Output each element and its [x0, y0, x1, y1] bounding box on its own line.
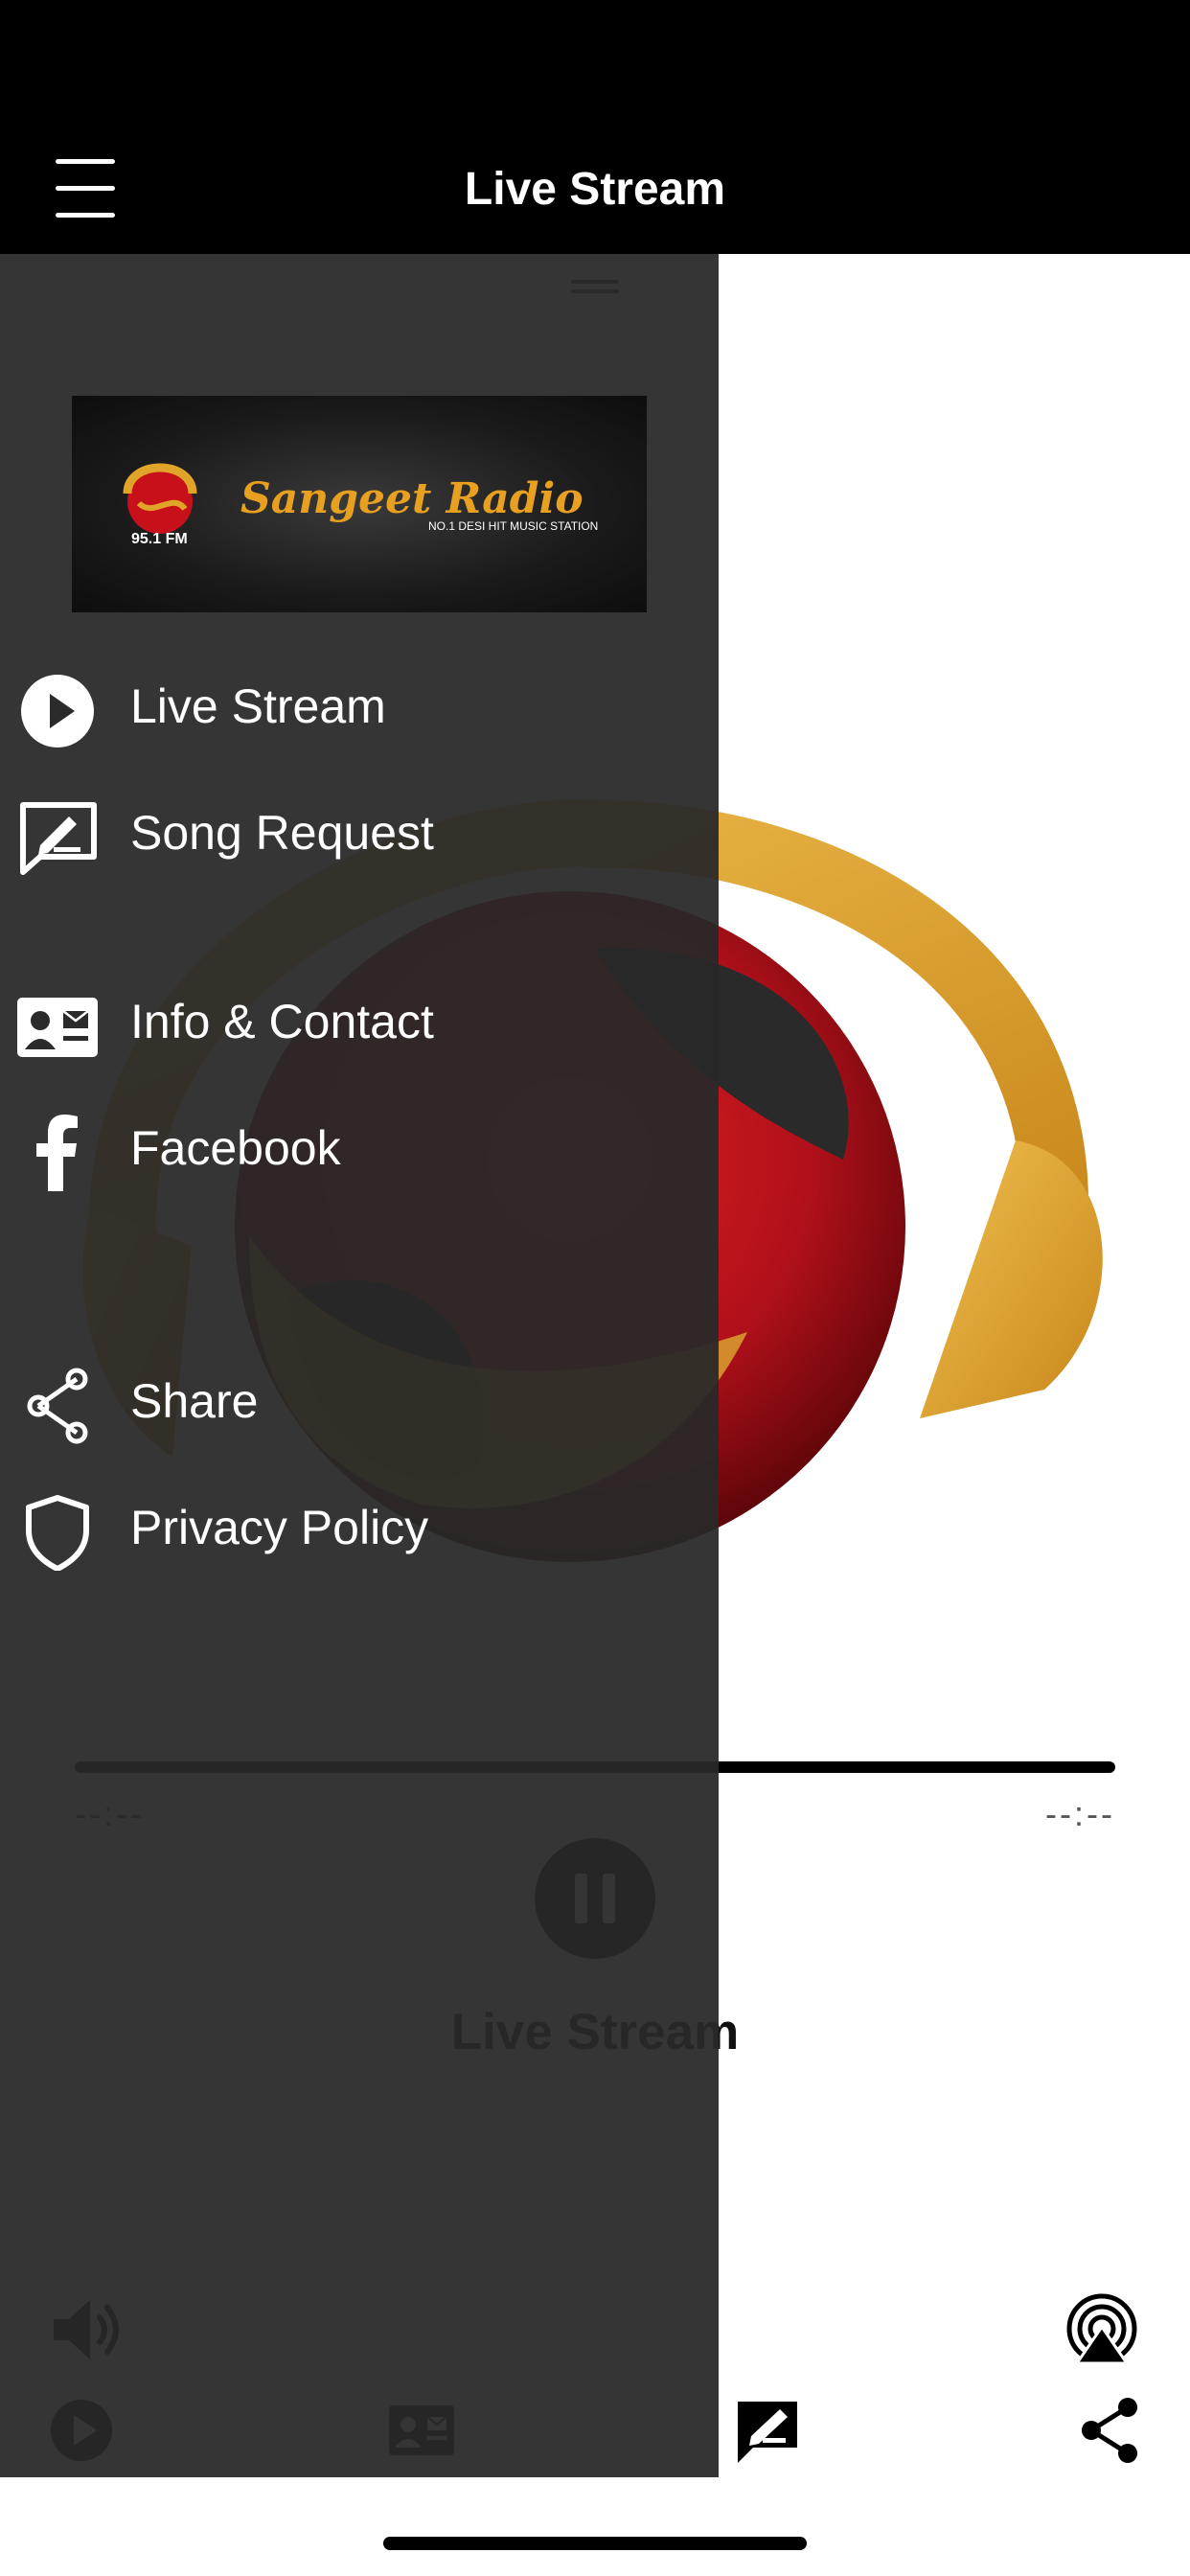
drawer-item-live-stream[interactable]: Live Stream [0, 654, 719, 759]
logo-frequency-text: 95.1 FM [131, 531, 188, 547]
drawer-item-label: Privacy Policy [130, 1501, 429, 1554]
airplay-icon[interactable] [1064, 2292, 1140, 2363]
drawer-item-label: Facebook [130, 1121, 341, 1175]
drawer-item-facebook[interactable]: Facebook [0, 1095, 719, 1201]
tab-song-request-icon[interactable] [730, 2394, 803, 2467]
logo-brand-text: Sangeet Radio [240, 474, 584, 523]
page-title: Live Stream [464, 164, 726, 215]
drawer-item-label: Info & Contact [130, 995, 434, 1048]
home-indicator[interactable] [383, 2537, 807, 2550]
drawer-item-label: Live Stream [130, 679, 386, 733]
shield-icon [26, 1495, 89, 1571]
drawer-item-song-request[interactable]: Song Request [0, 780, 719, 886]
song-request-icon [20, 802, 97, 875]
logo-tagline-text: NO.1 DESI HIT MUSIC STATION [428, 519, 598, 533]
home-indicator-area [0, 2477, 1190, 2576]
status-bar [0, 0, 1190, 144]
station-logo: Sangeet Radio NO.1 DESI HIT MUSIC STATIO… [72, 396, 647, 612]
facebook-icon [36, 1115, 78, 1191]
play-circle-icon [21, 675, 94, 748]
drawer-item-label: Share [130, 1374, 259, 1428]
contact-card-icon [17, 998, 98, 1057]
tab-share-icon[interactable] [1074, 2394, 1147, 2467]
drawer-item-info-contact[interactable]: Info & Contact [0, 969, 719, 1074]
drawer-item-privacy-policy[interactable]: Privacy Policy [0, 1475, 719, 1580]
drawer-item-label: Song Request [130, 806, 434, 860]
remaining-time: --:-- [1045, 1794, 1115, 1833]
drawer-item-share[interactable]: Share [0, 1348, 719, 1454]
share-icon [27, 1368, 88, 1444]
